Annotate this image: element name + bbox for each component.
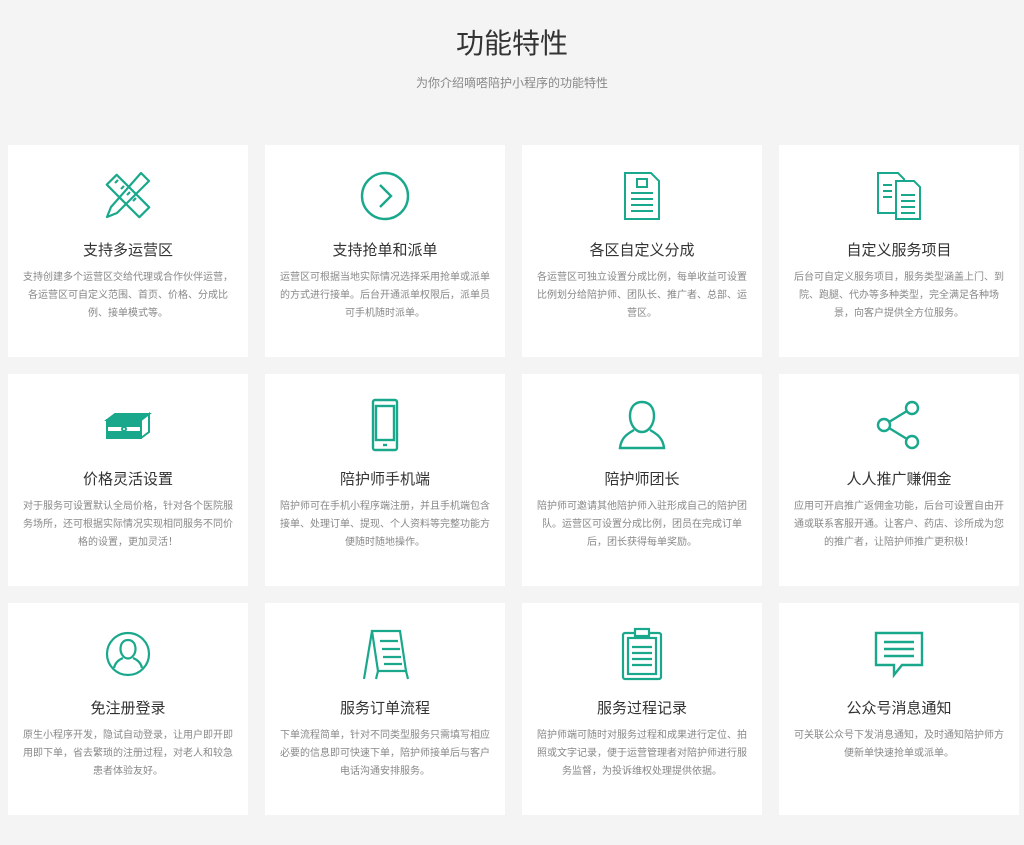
feature-description: 支持创建多个运营区交给代理或合作伙伴运营，各运营区可自定义范围、首页、价格、分成…	[23, 272, 233, 319]
feature-card: 各区自定义分成 各运营区可独立设置分成比例，每单收益可设置比例划分给陪护师、团队…	[522, 145, 762, 357]
feature-description: 对于服务可设置默认全局价格，针对各个医院服务场所，还可根据实际情况实现相同服务不…	[23, 501, 233, 548]
feature-card: 服务订单流程 下单流程简单，针对不同类型服务只需填写相应必要的信息即可快速下单，…	[265, 603, 505, 815]
documents-icon	[789, 167, 1009, 225]
ruler-pencil-icon	[18, 167, 238, 225]
message-icon	[789, 625, 1009, 683]
mobile-phone-icon	[275, 396, 495, 454]
feature-card: 人人推广赚佣金 应用可开启推广返佣金功能，后台可设置自由开通或联系客服开通。让客…	[779, 374, 1019, 586]
feature-description: 运营区可根据当地实际情况选择采用抢单或派单的方式进行接单。后台开通派单权限后，派…	[280, 272, 490, 319]
feature-card: 支持多运营区 支持创建多个运营区交给代理或合作伙伴运营，各运营区可自定义范围、首…	[8, 145, 248, 357]
page-title: 功能特性	[455, 27, 568, 60]
money-stack-icon	[18, 396, 238, 454]
feature-description: 后台可自定义服务项目，服务类型涵盖上门、到院、跑腿、代办等多种类型，完全满足各种…	[794, 272, 1004, 319]
feature-title: 公众号消息通知	[846, 699, 952, 717]
feature-title: 各区自定义分成	[589, 241, 695, 259]
feature-title: 价格灵活设置	[82, 470, 173, 488]
feature-description: 陪护师可邀请其他陪护师入驻形成自己的陪护团队。运营区可设置分成比例，团员在完成订…	[537, 501, 747, 548]
feature-card: 免注册登录 原生小程序开发，隐试自动登录，让用户即开即用即下单，省去繁琐的注册过…	[8, 603, 248, 815]
user-icon	[532, 396, 752, 454]
feature-description: 各运营区可独立设置分成比例，每单收益可设置比例划分给陪护师、团队长、推广者、总部…	[537, 272, 747, 319]
feature-title: 人人推广赚佣金	[846, 470, 952, 488]
document-icon	[532, 167, 752, 225]
feature-description: 可关联公众号下发消息通知，及时通知陪护师方便新单快速抢单或派单。	[794, 730, 1004, 759]
feature-card: 公众号消息通知 可关联公众号下发消息通知，及时通知陪护师方便新单快速抢单或派单。	[779, 603, 1019, 815]
easel-icon	[275, 625, 495, 683]
feature-card: 支持抢单和派单 运营区可根据当地实际情况选择采用抢单或派单的方式进行接单。后台开…	[265, 145, 505, 357]
share-icon	[789, 396, 1009, 454]
feature-description: 陪护师可在手机小程序端注册，并且手机端包含接单、处理订单、提现、个人资料等完整功…	[280, 501, 490, 548]
feature-description: 原生小程序开发，隐试自动登录，让用户即开即用即下单，省去繁琐的注册过程，对老人和…	[23, 730, 233, 777]
feature-card: 陪护师手机端 陪护师可在手机小程序端注册，并且手机端包含接单、处理订单、提现、个…	[265, 374, 505, 586]
feature-card: 服务过程记录 陪护师端可随时对服务过程和成果进行定位、拍照或文字记录，便于运营管…	[522, 603, 762, 815]
feature-title: 支持多运营区	[82, 241, 173, 259]
feature-card: 陪护师团长 陪护师可邀请其他陪护师入驻形成自己的陪护团队。运营区可设置分成比例，…	[522, 374, 762, 586]
feature-title: 服务过程记录	[596, 699, 687, 717]
feature-description: 应用可开启推广返佣金功能，后台可设置自由开通或联系客服开通。让客户、药店、诊所成…	[794, 501, 1004, 548]
feature-description: 下单流程简单，针对不同类型服务只需填写相应必要的信息即可快速下单，陪护师接单后与…	[280, 730, 490, 777]
feature-card: 价格灵活设置 对于服务可设置默认全局价格，针对各个医院服务场所，还可根据实际情况…	[8, 374, 248, 586]
feature-description: 陪护师端可随时对服务过程和成果进行定位、拍照或文字记录，便于运营管理者对陪护师进…	[537, 730, 747, 777]
page-header: 功能特性 为你介绍嘀嗒陪护小程序的功能特性	[0, 0, 1024, 92]
feature-title: 陪护师手机端	[339, 470, 430, 488]
feature-title: 免注册登录	[90, 699, 166, 717]
user-circle-icon	[18, 625, 238, 683]
feature-card: 自定义服务项目 后台可自定义服务项目，服务类型涵盖上门、到院、跑腿、代办等多种类…	[779, 145, 1019, 357]
feature-title: 自定义服务项目	[846, 241, 952, 259]
feature-title: 支持抢单和派单	[332, 241, 438, 259]
feature-grid: 支持多运营区 支持创建多个运营区交给代理或合作伙伴运营，各运营区可自定义范围、首…	[8, 145, 1019, 815]
feature-title: 服务订单流程	[339, 699, 430, 717]
arrow-circle-icon	[275, 167, 495, 225]
clipboard-icon	[532, 625, 752, 683]
page-subtitle: 为你介绍嘀嗒陪护小程序的功能特性	[415, 76, 608, 90]
feature-title: 陪护师团长	[604, 470, 680, 488]
